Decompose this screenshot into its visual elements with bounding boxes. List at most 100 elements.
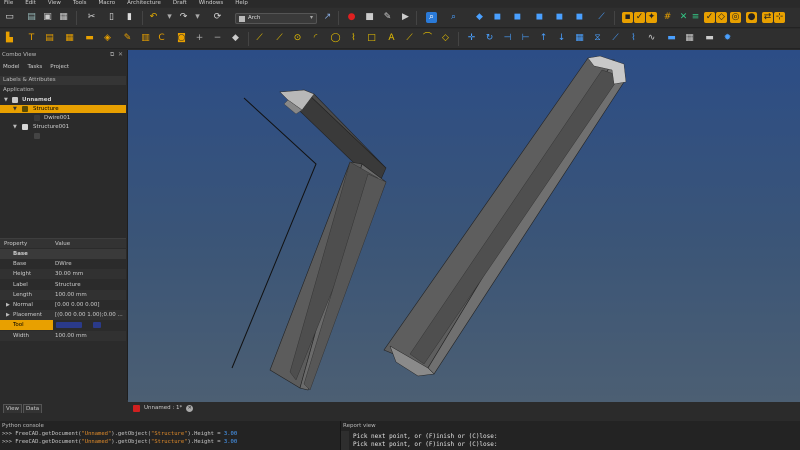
snap-angle-icon[interactable]: ● [746,12,757,23]
cut-icon[interactable]: ✂ [86,12,97,23]
move-icon[interactable]: ✛ [466,33,477,44]
line-icon[interactable]: ⟋ [254,33,265,44]
tool-value-button[interactable] [93,322,101,329]
property-row-length[interactable]: Length 100.00 mm [0,289,126,300]
paste-icon[interactable]: ▮ [124,12,135,23]
text-icon[interactable]: A [386,33,397,44]
upgrade-icon[interactable]: ↑ [538,33,549,44]
snap-grid-icon[interactable]: # [662,12,673,23]
draft-to-sketch-icon[interactable]: ▬ [666,33,677,44]
structure001-beam[interactable] [383,55,627,377]
property-row-base[interactable]: Base [0,249,126,259]
front-view-icon[interactable]: ◼ [492,12,503,23]
tree-item-structure001[interactable]: ▼ Structure001 [0,123,126,131]
property-value[interactable]: [(0.00 0.00 1.00);0.00 ... [55,310,126,320]
snap-endpoint-icon[interactable]: ✓ [634,12,645,23]
undo-icon[interactable]: ↶ [148,12,159,23]
fit-all-icon[interactable]: ⌕ [426,12,437,23]
menu-file[interactable]: File [4,0,13,7]
property-row-base[interactable]: Base DWire [0,259,126,269]
circle-icon[interactable]: ⊙ [292,33,303,44]
rotate-icon[interactable]: ↻ [484,33,495,44]
snap-dimension-icon[interactable]: ⊹ [774,12,785,23]
wall-icon[interactable]: ▙ [4,33,15,44]
offset-icon[interactable]: ⊣ [502,33,513,44]
wire-to-bspline-icon[interactable]: ⟋ [610,33,621,44]
tab-data[interactable]: Data [23,404,43,413]
right-view-icon[interactable]: ◼ [534,12,545,23]
rebar-icon[interactable]: ▤ [44,33,55,44]
structure-tool-icon[interactable]: Т [26,33,37,44]
pipe-icon[interactable]: C [156,33,167,44]
rectangle-icon[interactable]: □ [366,33,377,44]
stop-macro-icon[interactable]: ■ [364,12,375,23]
property-row-width[interactable]: Width 100.00 mm [0,330,126,341]
3d-viewport[interactable] [128,50,800,402]
add-point-icon[interactable]: ⌇ [628,33,639,44]
snap-midpoint-icon[interactable]: ✦ [646,12,657,23]
record-macro-icon[interactable]: ● [346,12,357,23]
snap-ortho-icon[interactable]: ⇄ [762,12,773,23]
survey-icon[interactable]: ◆ [230,33,241,44]
property-row-placement[interactable]: ▶ Placement [(0.00 0.00 1.00);0.00 ... [0,310,126,321]
point-icon[interactable]: ◇ [440,33,451,44]
tree-item-child[interactable] [0,132,126,140]
measure-icon[interactable]: ⟋ [596,12,607,23]
ellipse-icon[interactable]: ◯ [330,33,341,44]
new-document-icon[interactable]: ▭ [4,12,15,23]
stairs-icon[interactable]: ▬ [84,33,95,44]
rear-view-icon[interactable]: ◼ [554,12,565,23]
save-as-icon[interactable]: ▦ [58,12,69,23]
polygon-icon[interactable]: ⌇ [348,33,359,44]
bspline-icon[interactable]: ⌒ [422,33,433,44]
snap-near-icon[interactable]: ◇ [716,12,727,23]
close-panel-icon[interactable]: ✕ [118,51,123,58]
roof-icon[interactable]: ◈ [102,33,113,44]
chevron-down-icon[interactable]: ▾ [164,12,175,23]
chevron-down-icon[interactable]: ▼ [4,96,8,104]
tab-document-unnamed[interactable]: Unnamed : 1* ✕ [131,404,194,413]
panel-icon[interactable]: ✎ [122,33,133,44]
top-view-icon[interactable]: ◼ [512,12,523,23]
run-macro-icon[interactable]: ▶ [400,12,411,23]
snap-center-icon[interactable]: ◎ [730,12,741,23]
snap-parallel-icon[interactable]: ≡ [690,12,701,23]
isometric-view-icon[interactable]: ◆ [474,12,485,23]
shape2dview-icon[interactable]: ∿ [646,33,657,44]
tab-project[interactable]: Project [50,64,69,73]
tool-value-field[interactable] [56,322,82,329]
clone-icon[interactable]: ✹ [722,33,733,44]
property-value[interactable]: 100.00 mm [55,331,126,341]
snap-extension-icon[interactable]: ✓ [704,12,715,23]
property-value[interactable]: [0.00 0.00 0.00] [55,300,126,310]
tab-model[interactable]: Model [3,64,20,73]
menu-tools[interactable]: Tools [73,0,87,7]
copy-icon[interactable]: ▯ [106,12,117,23]
tab-view[interactable]: View [3,404,23,413]
path-array-icon[interactable]: ▬ [704,33,715,44]
edit-icon[interactable]: ⧖ [592,33,603,44]
structure-beam[interactable] [269,89,387,391]
chevron-down-icon[interactable]: ▼ [13,123,17,131]
menu-architecture[interactable]: Architecture [127,0,161,7]
property-value[interactable]: Structure [55,280,126,290]
menu-windows[interactable]: Windows [199,0,224,7]
chevron-down-icon[interactable]: ▼ [13,105,17,113]
fit-selection-icon[interactable]: ⌕ [448,12,459,23]
dimension-icon[interactable]: ⟋ [404,33,415,44]
menu-edit[interactable]: Edit [25,0,36,7]
add-icon[interactable]: + [194,33,205,44]
save-icon[interactable]: ▣ [42,12,53,23]
report-view[interactable]: Report view Pick next point, or (F)inish… [340,421,800,450]
property-row-normal[interactable]: ▶ Normal [0.00 0.00 0.00] [0,300,126,310]
edit-macro-icon[interactable]: ✎ [382,12,393,23]
menu-macro[interactable]: Macro [99,0,116,7]
frame-icon[interactable]: ▥ [140,33,151,44]
refresh-icon[interactable]: ⟳ [212,12,223,23]
workbench-selector[interactable]: Arch ▾ [235,13,317,24]
window-icon[interactable]: ▦ [64,33,75,44]
float-panel-icon[interactable]: ⧉ [110,51,114,59]
close-icon[interactable]: ✕ [186,405,194,412]
property-row-tool[interactable]: Tool [0,320,126,331]
redo-icon[interactable]: ↷ [178,12,189,23]
